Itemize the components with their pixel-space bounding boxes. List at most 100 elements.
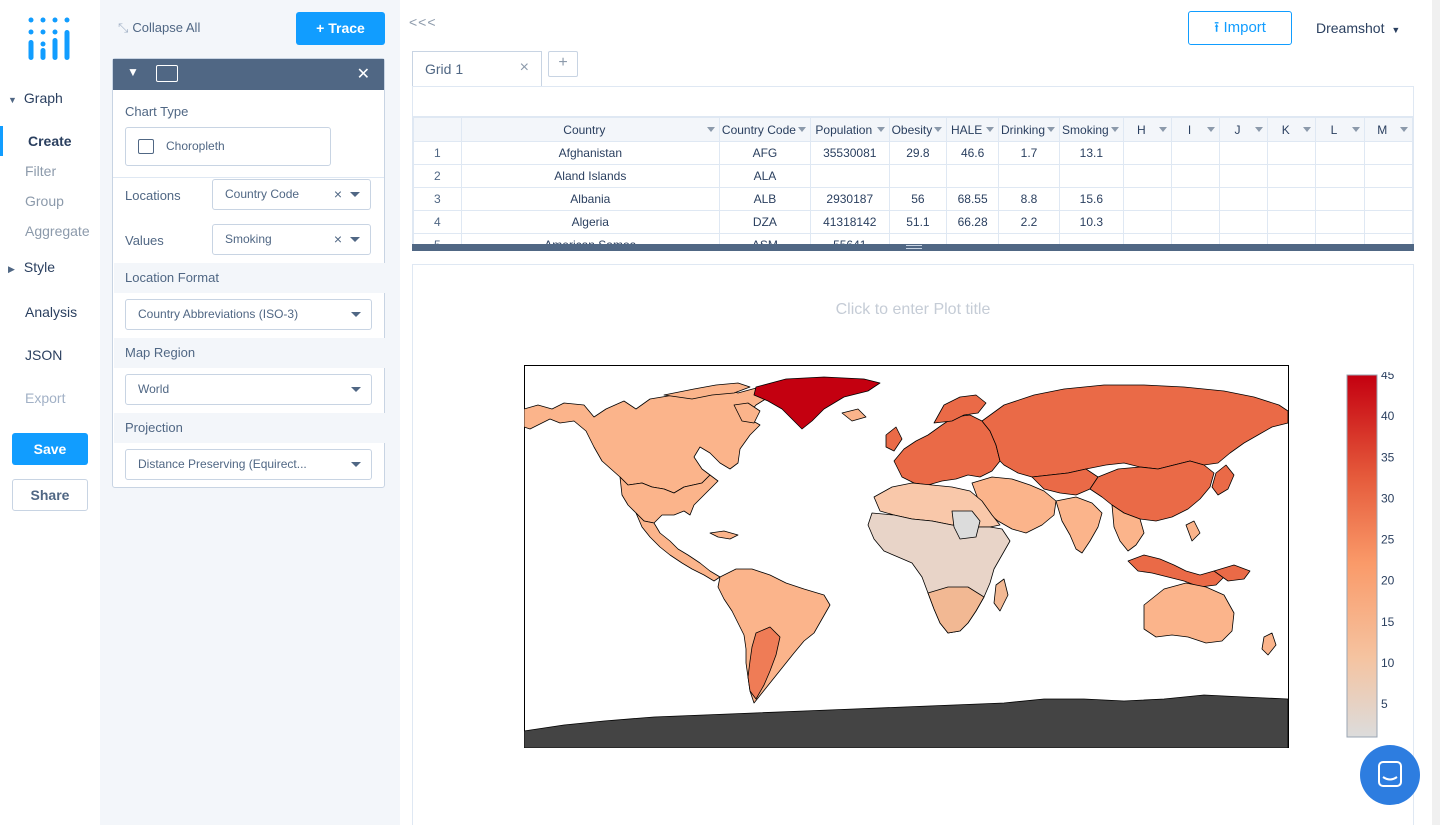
- table-cell[interactable]: [1171, 210, 1220, 234]
- clear-icon[interactable]: ×: [334, 225, 342, 254]
- nav-item-aggregate[interactable]: Aggregate: [0, 216, 100, 246]
- table-cell[interactable]: Afghanistan: [460, 141, 720, 165]
- table-cell[interactable]: [1267, 187, 1317, 211]
- column-header[interactable]: HALE: [946, 117, 999, 142]
- column-header[interactable]: I: [1171, 117, 1220, 142]
- table-cell[interactable]: [1315, 187, 1365, 211]
- table-cell[interactable]: [1363, 210, 1413, 234]
- choropleth-map[interactable]: [524, 365, 1289, 748]
- table-cell[interactable]: [1267, 141, 1317, 165]
- table-cell[interactable]: [1218, 141, 1269, 165]
- import-button[interactable]: ⭱ Import: [1188, 11, 1292, 45]
- table-cell[interactable]: [1315, 141, 1365, 165]
- save-button[interactable]: Save: [12, 433, 88, 465]
- close-tab-icon[interactable]: ×: [520, 59, 529, 77]
- table-cell[interactable]: 56: [888, 187, 948, 211]
- column-header[interactable]: Smoking: [1059, 117, 1124, 142]
- table-cell[interactable]: 2930187: [809, 187, 890, 211]
- table-cell[interactable]: 41318142: [809, 210, 890, 234]
- table-cell[interactable]: 8.8: [997, 187, 1061, 211]
- table-cell[interactable]: [1267, 210, 1317, 234]
- table-cell[interactable]: DZA: [718, 210, 811, 234]
- column-header[interactable]: L: [1315, 117, 1365, 142]
- add-trace-button[interactable]: + Trace: [296, 12, 385, 45]
- table-cell[interactable]: [1218, 164, 1269, 188]
- nav-item-json[interactable]: JSON: [0, 347, 100, 363]
- table-cell[interactable]: [1171, 187, 1220, 211]
- map-region-dropdown[interactable]: World: [125, 374, 372, 405]
- table-cell[interactable]: [1218, 210, 1269, 234]
- nav-item-export[interactable]: Export: [0, 390, 100, 406]
- column-header[interactable]: Country: [460, 117, 720, 142]
- share-button[interactable]: Share: [12, 479, 88, 511]
- table-cell[interactable]: [1363, 187, 1413, 211]
- projection-dropdown[interactable]: Distance Preserving (Equirect...: [125, 449, 372, 480]
- plot-title[interactable]: Click to enter Plot title: [413, 301, 1413, 319]
- chat-launcher-button[interactable]: [1360, 745, 1420, 805]
- table-cell[interactable]: AFG: [718, 141, 811, 165]
- nav-section-style[interactable]: ▶ Style: [0, 259, 100, 275]
- table-cell[interactable]: [1363, 141, 1413, 165]
- nav-item-create[interactable]: Create: [0, 126, 100, 156]
- table-cell[interactable]: ALA: [718, 164, 811, 188]
- table-cell[interactable]: [1122, 141, 1173, 165]
- table-cell[interactable]: 68.55: [946, 187, 999, 211]
- trace-fold-header[interactable]: ▼ ✕: [113, 59, 384, 90]
- table-cell[interactable]: ALB: [718, 187, 811, 211]
- table-cell[interactable]: [1122, 187, 1173, 211]
- nav-item-group[interactable]: Group: [0, 186, 100, 216]
- table-cell[interactable]: 35530081: [809, 141, 890, 165]
- column-header[interactable]: Population: [809, 117, 890, 142]
- nav-item-filter[interactable]: Filter: [0, 156, 100, 186]
- table-cell[interactable]: [1059, 164, 1124, 188]
- table-cell[interactable]: [997, 164, 1061, 188]
- table-cell[interactable]: 1.7: [997, 141, 1061, 165]
- grid-resize-handle[interactable]: [412, 244, 1414, 251]
- table-cell[interactable]: Algeria: [460, 210, 720, 234]
- tab-grid-1[interactable]: Grid 1 ×: [412, 51, 542, 87]
- table-cell[interactable]: [888, 164, 948, 188]
- locations-dropdown[interactable]: Country Code ×: [212, 179, 371, 210]
- column-header[interactable]: Country Code: [718, 117, 811, 142]
- table-cell[interactable]: 46.6: [946, 141, 999, 165]
- table-cell[interactable]: 29.8: [888, 141, 948, 165]
- table-cell[interactable]: [1218, 187, 1269, 211]
- table-cell[interactable]: [1171, 164, 1220, 188]
- table-cell[interactable]: [1171, 141, 1220, 165]
- table-cell[interactable]: Aland Islands: [460, 164, 720, 188]
- nav-item-analysis[interactable]: Analysis: [0, 304, 100, 320]
- table-cell[interactable]: 13.1: [1059, 141, 1124, 165]
- table-cell[interactable]: [1315, 210, 1365, 234]
- table-cell[interactable]: 15.6: [1059, 187, 1124, 211]
- table-cell[interactable]: [1363, 164, 1413, 188]
- close-icon[interactable]: ✕: [357, 64, 370, 84]
- table-cell[interactable]: [1267, 164, 1317, 188]
- table-cell[interactable]: 66.28: [946, 210, 999, 234]
- column-header[interactable]: M: [1363, 117, 1413, 142]
- table-cell[interactable]: [946, 164, 999, 188]
- column-header[interactable]: Drinking: [997, 117, 1061, 142]
- scrollbar[interactable]: [1432, 0, 1440, 825]
- add-grid-button[interactable]: +: [548, 51, 578, 77]
- table-cell[interactable]: 51.1: [888, 210, 948, 234]
- column-header[interactable]: H: [1122, 117, 1173, 142]
- expand-panel-icon[interactable]: <<<: [409, 14, 437, 30]
- location-format-dropdown[interactable]: Country Abbreviations (ISO-3): [125, 299, 372, 330]
- table-cell[interactable]: [1122, 164, 1173, 188]
- table-cell[interactable]: [1315, 164, 1365, 188]
- collapse-all-button[interactable]: ⤡ Collapse All: [118, 20, 200, 36]
- table-cell[interactable]: [1122, 210, 1173, 234]
- table-cell[interactable]: [809, 164, 890, 188]
- values-dropdown[interactable]: Smoking ×: [212, 224, 371, 255]
- clear-icon[interactable]: ×: [334, 180, 342, 209]
- column-header[interactable]: Obesity: [888, 117, 948, 142]
- chart-type-selector[interactable]: Choropleth: [125, 127, 331, 166]
- table-cell[interactable]: Albania: [460, 187, 720, 211]
- column-header[interactable]: J: [1218, 117, 1269, 142]
- table-cell[interactable]: 2.2: [997, 210, 1061, 234]
- table-cell[interactable]: 10.3: [1059, 210, 1124, 234]
- chevron-down-icon[interactable]: ▼: [127, 65, 139, 79]
- user-menu[interactable]: Dreamshot ▼: [1316, 20, 1400, 36]
- nav-section-graph[interactable]: ▼ Graph: [0, 90, 100, 106]
- column-header[interactable]: K: [1267, 117, 1317, 142]
